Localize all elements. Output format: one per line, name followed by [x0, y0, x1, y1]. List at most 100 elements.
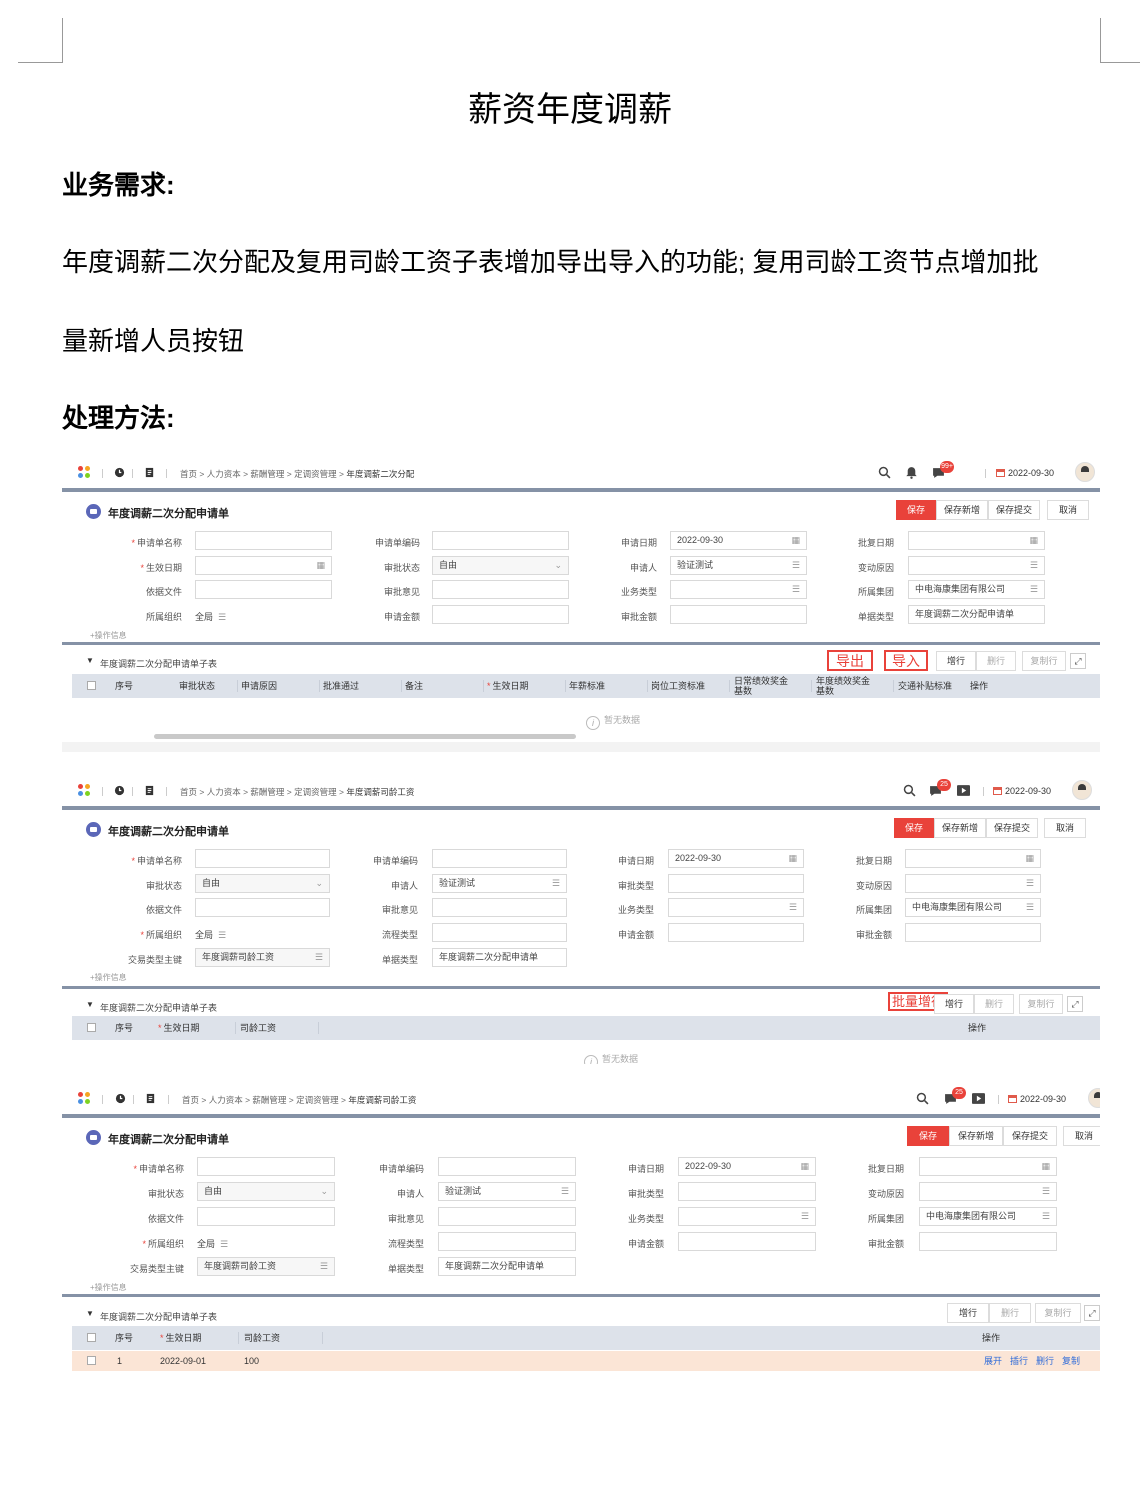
breadcrumb-item[interactable]: 首页	[180, 469, 197, 479]
change-reason-field[interactable]: ☰	[905, 874, 1041, 893]
approve-amount-field[interactable]	[905, 923, 1041, 942]
applicant-field[interactable]: 验证测试 ☰	[670, 556, 807, 575]
apply-date-field[interactable]: 2022-09-30 ▦	[678, 1157, 816, 1176]
save-submit-button[interactable]: 保存提交	[1003, 1126, 1057, 1146]
table-row[interactable]: 1 2022-09-01 100 展开 插行 删行 复制	[72, 1351, 1100, 1371]
approve-opinion-field[interactable]	[432, 580, 569, 599]
bell-icon[interactable]	[905, 466, 918, 479]
copy-row-button[interactable]: 复制行	[1022, 651, 1066, 671]
video-icon[interactable]	[957, 785, 970, 796]
copy-row-link[interactable]: 复制	[1062, 1351, 1080, 1371]
apply-amount-field[interactable]	[678, 1232, 816, 1251]
message-icon[interactable]: 99+	[932, 461, 954, 479]
apps-icon[interactable]	[78, 466, 92, 480]
export-button[interactable]: 导出	[827, 650, 873, 671]
approve-date-field[interactable]: ▦	[905, 849, 1041, 868]
message-icon[interactable]: 25	[944, 1087, 966, 1105]
approve-status-select[interactable]: 自由 ⌄	[197, 1182, 335, 1201]
group-field[interactable]: 中电海康集团有限公司 ☰	[919, 1207, 1057, 1226]
biz-type-field[interactable]: ☰	[668, 898, 804, 917]
cancel-button[interactable]: 取消	[1063, 1126, 1100, 1146]
approve-date-field[interactable]: ▦	[919, 1157, 1057, 1176]
search-icon[interactable]	[878, 466, 891, 479]
basis-file-field[interactable]	[195, 580, 332, 599]
fullscreen-icon[interactable]: ⤢	[1084, 1305, 1100, 1321]
save-new-button[interactable]: 保存新增	[934, 818, 986, 838]
save-button[interactable]: 保存	[896, 500, 936, 520]
code-field[interactable]	[432, 849, 567, 868]
clock-icon[interactable]	[114, 467, 125, 478]
breadcrumb-item[interactable]: 人力资本	[207, 787, 241, 797]
approve-opinion-field[interactable]	[438, 1207, 576, 1226]
document-icon[interactable]	[145, 1093, 156, 1104]
add-row-button[interactable]: 增行	[934, 994, 974, 1014]
breadcrumb-item[interactable]: 薪酬管理	[252, 1095, 286, 1105]
biz-type-field[interactable]: ☰	[670, 580, 807, 599]
applicant-field[interactable]: 验证测试 ☰	[432, 874, 567, 893]
clock-icon[interactable]	[114, 785, 125, 796]
save-new-button[interactable]: 保存新增	[949, 1126, 1003, 1146]
save-submit-button[interactable]: 保存提交	[988, 500, 1040, 520]
collapse-caret-icon[interactable]: ▼	[86, 1000, 94, 1009]
biz-type-field[interactable]: ☰	[678, 1207, 816, 1226]
operation-info-toggle[interactable]: +操作信息	[90, 972, 127, 983]
horizontal-scrollbar[interactable]	[154, 734, 576, 739]
basis-file-field[interactable]	[195, 898, 330, 917]
breadcrumb-item[interactable]: 首页	[182, 1095, 199, 1105]
message-icon[interactable]: 25	[929, 779, 951, 797]
breadcrumb-item[interactable]: 定调资管理	[294, 787, 337, 797]
change-reason-field[interactable]: ☰	[908, 556, 1045, 575]
avatar[interactable]	[1088, 1088, 1100, 1108]
apps-icon[interactable]	[78, 1092, 92, 1106]
group-field[interactable]: 中电海康集团有限公司 ☰	[905, 898, 1041, 917]
approve-date-field[interactable]: ▦	[908, 531, 1045, 550]
approve-status-select[interactable]: 自由 ⌄	[195, 874, 330, 893]
collapse-caret-icon[interactable]: ▼	[86, 1309, 94, 1318]
apply-amount-field[interactable]	[432, 605, 569, 624]
org-value[interactable]: 全局 ☰	[195, 928, 226, 941]
effective-date-field[interactable]: ▦	[195, 556, 332, 575]
code-field[interactable]	[432, 531, 569, 550]
row-seniority-wage[interactable]: 100	[244, 1351, 259, 1371]
save-button[interactable]: 保存	[894, 818, 934, 838]
save-submit-button[interactable]: 保存提交	[986, 818, 1038, 838]
video-icon[interactable]	[972, 1093, 985, 1104]
save-new-button[interactable]: 保存新增	[936, 500, 988, 520]
search-icon[interactable]	[903, 784, 916, 797]
org-value[interactable]: 全局 ☰	[195, 610, 226, 623]
copy-row-button[interactable]: 复制行	[1035, 1303, 1081, 1323]
document-icon[interactable]	[144, 467, 155, 478]
delete-row-link[interactable]: 删行	[1036, 1351, 1054, 1371]
avatar[interactable]	[1075, 462, 1095, 482]
approve-type-field[interactable]	[678, 1182, 816, 1201]
approve-status-select[interactable]: 自由 ⌄	[432, 556, 569, 575]
fullscreen-icon[interactable]: ⤢	[1070, 653, 1086, 669]
name-field[interactable]	[195, 849, 330, 868]
delete-row-button[interactable]: 删行	[974, 994, 1014, 1014]
cancel-button[interactable]: 取消	[1047, 500, 1089, 520]
approve-amount-field[interactable]	[670, 605, 807, 624]
applicant-field[interactable]: 验证测试 ☰	[438, 1182, 576, 1201]
name-field[interactable]	[197, 1157, 335, 1176]
code-field[interactable]	[438, 1157, 576, 1176]
group-field[interactable]: 中电海康集团有限公司 ☰	[908, 580, 1045, 599]
add-row-button[interactable]: 增行	[947, 1303, 989, 1323]
name-field[interactable]	[195, 531, 332, 550]
add-row-button[interactable]: 增行	[936, 651, 976, 671]
avatar[interactable]	[1072, 780, 1092, 800]
trade-key-field[interactable]: 年度调薪司龄工资 ☰	[195, 948, 330, 967]
select-all-checkbox[interactable]	[87, 1333, 96, 1342]
copy-row-button[interactable]: 复制行	[1019, 994, 1063, 1014]
document-icon[interactable]	[144, 785, 155, 796]
breadcrumb-item[interactable]: 人力资本	[207, 469, 241, 479]
apply-date-field[interactable]: 2022-09-30 ▦	[668, 849, 804, 868]
delete-row-button[interactable]: 删行	[989, 1303, 1031, 1323]
trade-key-field[interactable]: 年度调薪司龄工资 ☰	[197, 1257, 335, 1276]
cancel-button[interactable]: 取消	[1044, 818, 1086, 838]
insert-row-link[interactable]: 插行	[1010, 1351, 1028, 1371]
breadcrumb-item[interactable]: 薪酬管理	[250, 787, 284, 797]
change-reason-field[interactable]: ☰	[919, 1182, 1057, 1201]
breadcrumb-item[interactable]: 薪酬管理	[250, 469, 284, 479]
breadcrumb-item[interactable]: 定调资管理	[296, 1095, 339, 1105]
apply-date-field[interactable]: 2022-09-30 ▦	[670, 531, 807, 550]
